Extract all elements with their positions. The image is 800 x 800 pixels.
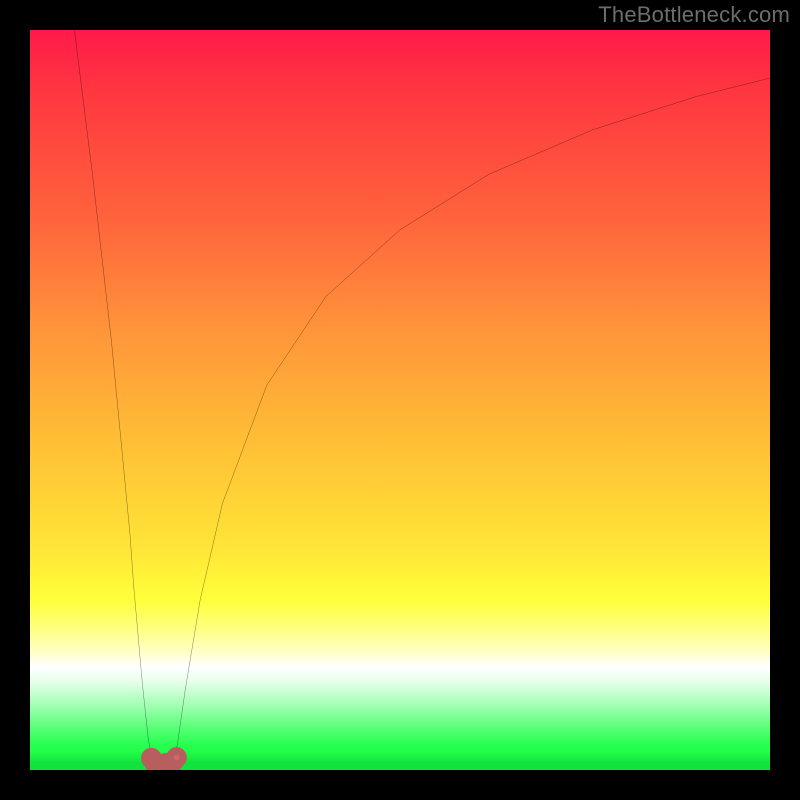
chart-frame: TheBottleneck.com bbox=[0, 0, 800, 800]
watermark-text: TheBottleneck.com bbox=[598, 2, 790, 28]
trough-dot bbox=[170, 751, 183, 764]
curve-left-branch bbox=[74, 30, 152, 760]
trough-marker-dots bbox=[145, 751, 183, 770]
curve-layer bbox=[30, 30, 770, 770]
curve-right-branch bbox=[174, 78, 770, 760]
plot-area bbox=[30, 30, 770, 770]
